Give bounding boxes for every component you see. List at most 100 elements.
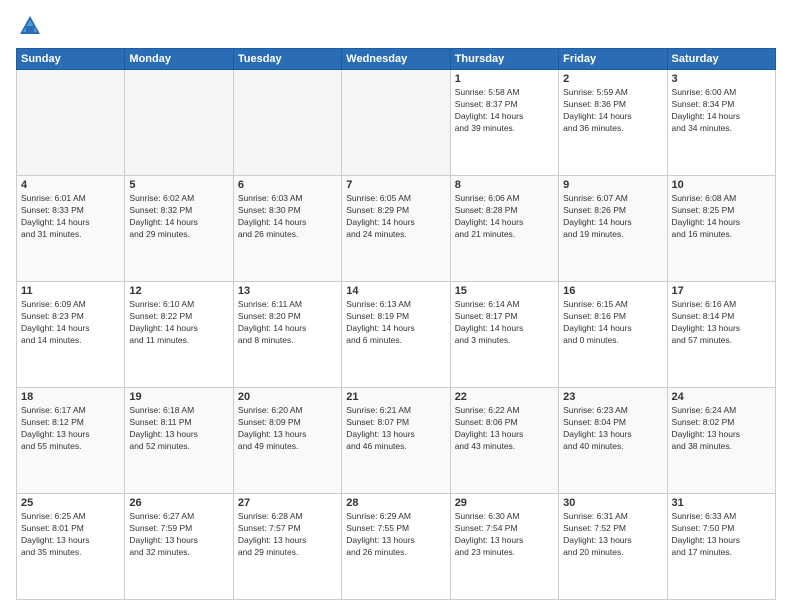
day-number: 12 [129,285,228,297]
calendar-cell: 11 Sunrise: 6:09 AM Sunset: 8:23 PM Dayli… [17,282,125,388]
day-info: Sunrise: 6:16 AM Sunset: 8:14 PM Dayligh… [672,299,771,347]
calendar-cell: 22 Sunrise: 6:22 AM Sunset: 8:06 PM Dayli… [450,388,558,494]
calendar-header-row: SundayMondayTuesdayWednesdayThursdayFrid… [17,49,776,70]
day-number: 29 [455,497,554,509]
logo-icon [16,12,44,40]
day-info: Sunrise: 6:29 AM Sunset: 7:55 PM Dayligh… [346,511,445,559]
day-info: Sunrise: 6:17 AM Sunset: 8:12 PM Dayligh… [21,405,120,453]
calendar-cell: 4 Sunrise: 6:01 AM Sunset: 8:33 PM Daylig… [17,176,125,282]
calendar-cell: 24Sunrise: 6:24 AM Sunset: 8:02 PM Dayli… [667,388,775,494]
calendar-cell: 10Sunrise: 6:08 AM Sunset: 8:25 PM Dayli… [667,176,775,282]
calendar-cell: 19Sunrise: 6:18 AM Sunset: 8:11 PM Dayli… [125,388,233,494]
day-info: Sunrise: 6:15 AM Sunset: 8:16 PM Dayligh… [563,299,662,347]
day-number: 9 [563,179,662,191]
calendar-cell: 9 Sunrise: 6:07 AM Sunset: 8:26 PM Daylig… [559,176,667,282]
day-info: Sunrise: 6:31 AM Sunset: 7:52 PM Dayligh… [563,511,662,559]
day-info: Sunrise: 6:23 AM Sunset: 8:04 PM Dayligh… [563,405,662,453]
day-info: Sunrise: 6:00 AM Sunset: 8:34 PM Dayligh… [672,87,771,135]
day-number: 27 [238,497,337,509]
day-number: 1 [455,73,554,85]
day-info: Sunrise: 6:09 AM Sunset: 8:23 PM Dayligh… [21,299,120,347]
calendar-cell: 16 Sunrise: 6:15 AM Sunset: 8:16 PM Dayli… [559,282,667,388]
calendar-day-header: Tuesday [233,49,341,70]
day-number: 16 [563,285,662,297]
calendar-cell: 2 Sunrise: 5:59 AM Sunset: 8:36 PM Daylig… [559,70,667,176]
day-number: 3 [672,73,771,85]
calendar-cell: 25 Sunrise: 6:25 AM Sunset: 8:01 PM Dayli… [17,494,125,600]
day-number: 30 [563,497,662,509]
calendar-cell: 23 Sunrise: 6:23 AM Sunset: 8:04 PM Dayli… [559,388,667,494]
day-info: Sunrise: 6:07 AM Sunset: 8:26 PM Dayligh… [563,193,662,241]
day-number: 22 [455,391,554,403]
calendar-cell: 30 Sunrise: 6:31 AM Sunset: 7:52 PM Dayli… [559,494,667,600]
calendar-cell: 28 Sunrise: 6:29 AM Sunset: 7:55 PM Dayli… [342,494,450,600]
calendar-cell [17,70,125,176]
day-number: 7 [346,179,445,191]
day-number: 6 [238,179,337,191]
day-info: Sunrise: 6:20 AM Sunset: 8:09 PM Dayligh… [238,405,337,453]
calendar-cell: 12 Sunrise: 6:10 AM Sunset: 8:22 PM Dayli… [125,282,233,388]
day-info: Sunrise: 6:02 AM Sunset: 8:32 PM Dayligh… [129,193,228,241]
day-info: Sunrise: 6:28 AM Sunset: 7:57 PM Dayligh… [238,511,337,559]
logo [16,12,48,40]
calendar-cell: 31Sunrise: 6:33 AM Sunset: 7:50 PM Dayli… [667,494,775,600]
calendar-cell: 29 Sunrise: 6:30 AM Sunset: 7:54 PM Dayli… [450,494,558,600]
day-number: 5 [129,179,228,191]
day-info: Sunrise: 5:58 AM Sunset: 8:37 PM Dayligh… [455,87,554,135]
day-info: Sunrise: 6:11 AM Sunset: 8:20 PM Dayligh… [238,299,337,347]
calendar-week-row: 1 Sunrise: 5:58 AM Sunset: 8:37 PM Daylig… [17,70,776,176]
header [16,12,776,40]
day-info: Sunrise: 6:06 AM Sunset: 8:28 PM Dayligh… [455,193,554,241]
day-info: Sunrise: 6:01 AM Sunset: 8:33 PM Dayligh… [21,193,120,241]
day-info: Sunrise: 6:30 AM Sunset: 7:54 PM Dayligh… [455,511,554,559]
calendar-cell: 13 Sunrise: 6:11 AM Sunset: 8:20 PM Dayli… [233,282,341,388]
day-number: 14 [346,285,445,297]
day-info: Sunrise: 6:13 AM Sunset: 8:19 PM Dayligh… [346,299,445,347]
calendar-cell: 20 Sunrise: 6:20 AM Sunset: 8:09 PM Dayli… [233,388,341,494]
calendar-cell: 6 Sunrise: 6:03 AM Sunset: 8:30 PM Daylig… [233,176,341,282]
day-info: Sunrise: 6:27 AM Sunset: 7:59 PM Dayligh… [129,511,228,559]
calendar-cell [342,70,450,176]
day-number: 8 [455,179,554,191]
day-info: Sunrise: 6:33 AM Sunset: 7:50 PM Dayligh… [672,511,771,559]
calendar-day-header: Sunday [17,49,125,70]
day-info: Sunrise: 6:22 AM Sunset: 8:06 PM Dayligh… [455,405,554,453]
day-number: 17 [672,285,771,297]
day-number: 28 [346,497,445,509]
calendar-cell: 21Sunrise: 6:21 AM Sunset: 8:07 PM Dayli… [342,388,450,494]
calendar-day-header: Thursday [450,49,558,70]
day-number: 19 [129,391,228,403]
page: SundayMondayTuesdayWednesdayThursdayFrid… [0,0,792,612]
day-info: Sunrise: 6:10 AM Sunset: 8:22 PM Dayligh… [129,299,228,347]
day-number: 21 [346,391,445,403]
calendar-cell [125,70,233,176]
calendar-day-header: Wednesday [342,49,450,70]
day-number: 18 [21,391,120,403]
day-info: Sunrise: 6:25 AM Sunset: 8:01 PM Dayligh… [21,511,120,559]
day-info: Sunrise: 6:08 AM Sunset: 8:25 PM Dayligh… [672,193,771,241]
calendar-week-row: 25 Sunrise: 6:25 AM Sunset: 8:01 PM Dayli… [17,494,776,600]
calendar-cell: 5 Sunrise: 6:02 AM Sunset: 8:32 PM Daylig… [125,176,233,282]
calendar-cell [233,70,341,176]
day-info: Sunrise: 5:59 AM Sunset: 8:36 PM Dayligh… [563,87,662,135]
calendar-cell: 14 Sunrise: 6:13 AM Sunset: 8:19 PM Dayli… [342,282,450,388]
calendar-cell: 26 Sunrise: 6:27 AM Sunset: 7:59 PM Dayli… [125,494,233,600]
calendar-day-header: Monday [125,49,233,70]
day-number: 4 [21,179,120,191]
calendar-week-row: 4 Sunrise: 6:01 AM Sunset: 8:33 PM Daylig… [17,176,776,282]
calendar-cell: 17 Sunrise: 6:16 AM Sunset: 8:14 PM Dayli… [667,282,775,388]
calendar-cell: 3 Sunrise: 6:00 AM Sunset: 8:34 PM Daylig… [667,70,775,176]
day-number: 26 [129,497,228,509]
day-number: 2 [563,73,662,85]
calendar-cell: 15Sunrise: 6:14 AM Sunset: 8:17 PM Dayli… [450,282,558,388]
calendar-cell: 1 Sunrise: 5:58 AM Sunset: 8:37 PM Daylig… [450,70,558,176]
day-number: 23 [563,391,662,403]
day-number: 11 [21,285,120,297]
calendar-week-row: 11 Sunrise: 6:09 AM Sunset: 8:23 PM Dayli… [17,282,776,388]
calendar-day-header: Saturday [667,49,775,70]
day-number: 25 [21,497,120,509]
day-info: Sunrise: 6:03 AM Sunset: 8:30 PM Dayligh… [238,193,337,241]
calendar-cell: 7Sunrise: 6:05 AM Sunset: 8:29 PM Daylig… [342,176,450,282]
day-number: 13 [238,285,337,297]
day-number: 20 [238,391,337,403]
